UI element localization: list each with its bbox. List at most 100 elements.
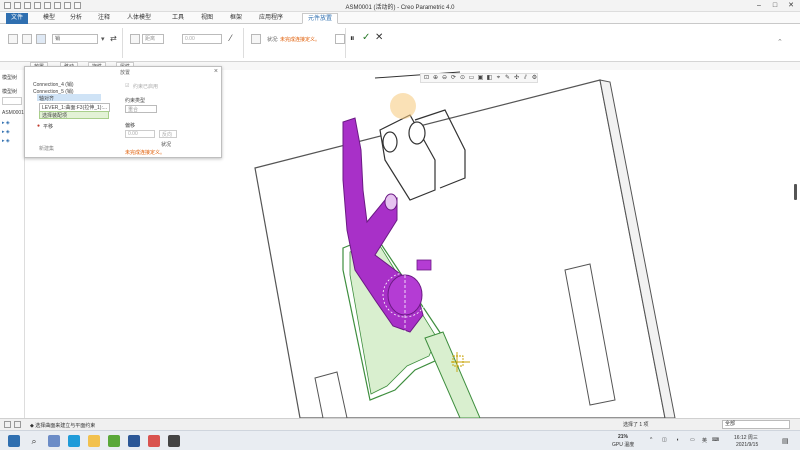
status-text: 未完成连接定义。 [280, 37, 321, 43]
app-icon[interactable] [148, 435, 160, 447]
message-line: ◆ 选择曲面来建立与平面约束 [30, 423, 96, 429]
placement-dashboard: 销 ▾ ⇄ 距离 0.00 ⁄ 状况: 未完成连接定义。 ⏸ ✓ ✕ ⌃ [0, 24, 800, 62]
datum-display-icon[interactable]: ⌖ [495, 75, 502, 82]
model-tree-search-input[interactable] [2, 97, 22, 105]
notifications-icon[interactable]: ▤ [782, 437, 789, 445]
taskbar: ⌕ 21% GPU 温度 ^ ◫ ◖ ▭ 英 ⌨ 16:12 周三 2021/9… [0, 430, 800, 450]
tab-tools[interactable]: 工具 [167, 13, 189, 24]
volume-icon[interactable]: ◖ [676, 437, 679, 443]
tab-file[interactable]: 文件 [6, 13, 29, 24]
search-icon[interactable]: ⌕ [28, 435, 40, 447]
status-label: 状况: [267, 37, 279, 43]
tab-annotate[interactable]: 注释 [93, 13, 115, 24]
select-assembly-item[interactable]: 选择装配项 [42, 112, 67, 119]
connection-item[interactable]: Connection_4 (销) [33, 81, 74, 88]
app-icon[interactable] [168, 435, 180, 447]
store-icon[interactable] [128, 435, 140, 447]
model-tree-root[interactable]: ASM0001 [2, 110, 24, 116]
component-window-icon[interactable] [335, 34, 345, 44]
clock-time[interactable]: 16:12 周三 [734, 434, 758, 441]
offset-field[interactable]: 0.00 [125, 130, 155, 138]
tab-component-placement[interactable]: 元件放置 [302, 13, 339, 24]
network-icon[interactable]: ◫ [662, 437, 667, 443]
tree-item-icon[interactable]: ▸ ◈ [2, 138, 10, 144]
view-manager-icon[interactable]: ⚙ [531, 75, 538, 82]
constraint-type-select[interactable]: 重合 [125, 105, 157, 113]
browser-toggle-icon[interactable] [14, 421, 21, 428]
selection-count: 选择了 1 项 [623, 422, 649, 428]
ok-icon[interactable]: ✓ [362, 32, 370, 43]
tree-item-icon[interactable]: ▸ ◈ [2, 120, 10, 126]
axis-align-item[interactable]: 轴对齐 [39, 95, 54, 102]
show-component-icon[interactable] [251, 34, 261, 44]
reorient-icon[interactable]: ⊙ [459, 75, 466, 82]
model-tree-search-label: 模型树 [2, 89, 18, 95]
lever-hole [384, 193, 398, 211]
language-indicator[interactable]: 英 [702, 437, 707, 444]
gpu-usage: 21% [618, 434, 629, 440]
dropdown-arrow-icon[interactable]: ▾ [101, 35, 105, 43]
close-button[interactable]: ✕ [784, 1, 798, 10]
zoom-out-icon[interactable]: ⊖ [441, 75, 448, 82]
minimize-ribbon-icon[interactable]: ⌃ [777, 38, 783, 46]
navigator-toggle-icon[interactable] [4, 421, 11, 428]
ribbon-divider [243, 28, 244, 58]
annotation-display-icon[interactable]: ✎ [504, 75, 511, 82]
repaint-icon[interactable]: ⟳ [450, 75, 457, 82]
status-bar: ◆ 选择曲面来建立与平面约束 选择了 1 项 全部 [0, 418, 800, 430]
enable-constraint-checkbox[interactable]: ☑ [125, 83, 129, 89]
ribbon-tabs: 文件 模型 分析 注释 人体模型 工具 视图 框架 应用程序 元件放置 [0, 12, 800, 24]
connection-type-select[interactable]: 销 [52, 34, 98, 44]
panel-title: 放置 [120, 70, 131, 76]
refit-icon[interactable]: ⊡ [423, 75, 430, 82]
scrollbar-thumb[interactable] [794, 184, 797, 200]
offset-input[interactable]: 0.00 [182, 34, 222, 44]
tray-arrow-icon[interactable]: ^ [650, 437, 652, 443]
display-style-icon[interactable]: ▣ [477, 75, 484, 82]
selection-filter[interactable]: 全部 [722, 420, 790, 429]
minimize-button[interactable]: – [752, 1, 766, 10]
close-icon[interactable]: × [214, 68, 218, 75]
connection-mode-icon[interactable] [36, 34, 46, 44]
translation-item[interactable]: 平移 [43, 123, 53, 130]
status-text: 未完成连接定义。 [125, 150, 166, 156]
flip-button[interactable]: 反向 [159, 130, 177, 138]
tab-analysis[interactable]: 分析 [65, 13, 87, 24]
spin-center-icon[interactable]: ✣ [513, 75, 520, 82]
zoom-in-icon[interactable]: ⊕ [432, 75, 439, 82]
window-title: ASM0001 (活动的) - Creo Parametric 4.0 [345, 5, 455, 11]
user-defined-icon[interactable] [8, 34, 18, 44]
windows-start-icon[interactable] [8, 435, 20, 447]
tab-model[interactable]: 模型 [38, 13, 60, 24]
maximize-button[interactable]: □ [768, 1, 782, 10]
creo-app-icon[interactable] [108, 435, 120, 447]
graphics-toolbar: ⊡ ⊕ ⊖ ⟳ ⊙ ▭ ▣ ◧ ⌖ ✎ ✣ ⫽ ⚙ [420, 73, 538, 83]
cancel-icon[interactable]: ✕ [375, 32, 383, 43]
constraint-type-select[interactable]: 距离 [142, 34, 164, 44]
lever-tab [416, 259, 432, 271]
edge-browser-icon[interactable] [68, 435, 80, 447]
clock-date[interactable]: 2021/9/15 [736, 442, 758, 448]
file-explorer-icon[interactable] [88, 435, 100, 447]
constraint-mode-icon[interactable] [22, 34, 32, 44]
model-tree-header[interactable]: 模型树 [2, 74, 17, 81]
percent-flip-icon[interactable]: ⁄ [230, 33, 232, 43]
new-set-link[interactable]: 新建集 [39, 145, 54, 152]
offset-label: 偏移 [125, 123, 136, 129]
coincident-icon[interactable] [130, 34, 140, 44]
section-icon[interactable]: ⫽ [522, 75, 529, 82]
hinge-hole [408, 121, 426, 145]
flip-icon[interactable]: ⇄ [110, 34, 117, 43]
placement-panel: 放置 × Connection_4 (销) Connection_5 (销) 轴… [24, 66, 222, 158]
task-view-icon[interactable] [48, 435, 60, 447]
input-method-icon[interactable]: ⌨ [712, 437, 719, 443]
tab-manikin[interactable]: 人体模型 [122, 13, 156, 24]
pause-icon[interactable]: ⏸ [350, 33, 355, 44]
tree-item-icon[interactable]: ▸ ◈ [2, 129, 10, 135]
battery-icon[interactable]: ▭ [690, 437, 695, 443]
perspective-icon[interactable]: ◧ [486, 75, 493, 82]
tab-applications[interactable]: 应用程序 [254, 13, 288, 24]
tab-view[interactable]: 视图 [196, 13, 218, 24]
tab-framework[interactable]: 框架 [225, 13, 247, 24]
saved-views-icon[interactable]: ▭ [468, 75, 475, 82]
